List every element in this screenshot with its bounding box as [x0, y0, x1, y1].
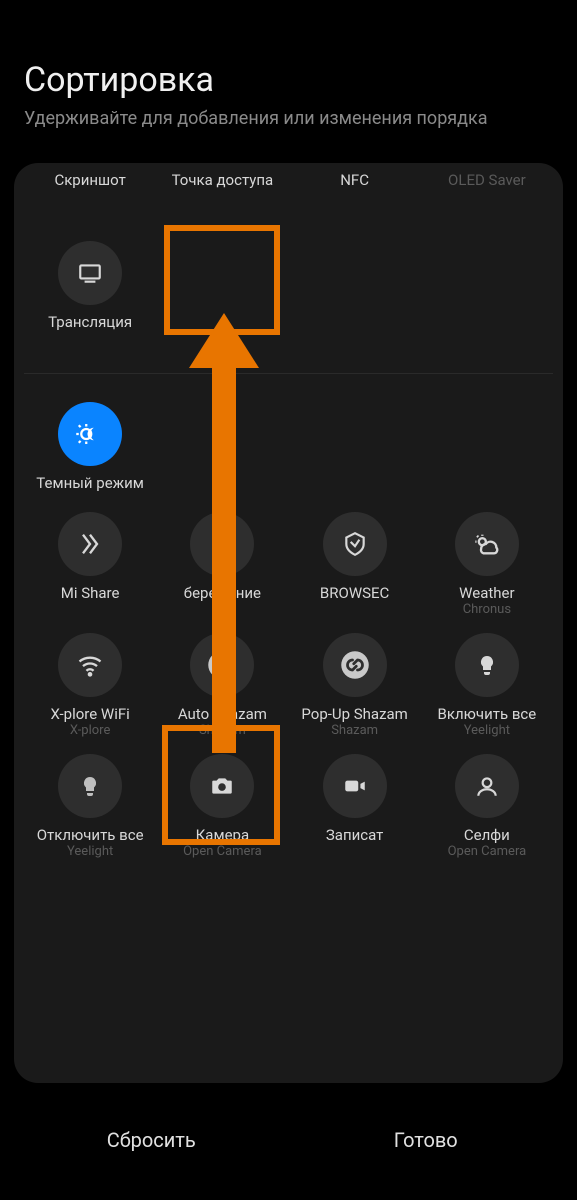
tile-label: Weather: [459, 584, 514, 602]
tile-label: BROWSEC: [320, 584, 389, 602]
tile-sublabel: Shazam: [199, 723, 246, 738]
tiles-panel: Скриншот Точка доступа NFC OLED Saver Тр…: [14, 163, 563, 1083]
tile-label: Скриншот: [54, 171, 125, 189]
tile-camera[interactable]: Камера Open Camera: [156, 746, 288, 867]
tile-xplore-wifi[interactable]: X-plore WiFi X-plore: [24, 625, 156, 746]
tile-label: Трансляция: [48, 313, 132, 331]
tile-browsec[interactable]: BROWSEC: [289, 504, 421, 625]
mi-share-icon: [58, 512, 122, 576]
selfie-icon: [455, 754, 519, 818]
tile-label: Auto Shazam: [178, 705, 267, 723]
camera-icon: [190, 754, 254, 818]
active-tiles-section: Скриншот Точка доступа NFC OLED Saver Тр…: [24, 163, 553, 374]
tile-label: Отключить все: [37, 826, 144, 844]
reset-button[interactable]: Сбросить: [14, 1110, 289, 1170]
tile-selfie[interactable]: Селфи Open Camera: [421, 746, 553, 867]
lightning-icon: [190, 512, 254, 576]
cast-icon: [58, 241, 122, 305]
tile-label: Темный режим: [36, 474, 144, 492]
tile-label: Селфи: [464, 826, 510, 844]
tile-yeelight-on[interactable]: Включить все Yeelight: [421, 625, 553, 746]
shazam-icon: [323, 633, 387, 697]
tile-sublabel: Open Camera: [448, 844, 527, 859]
tile-weather[interactable]: Weather Chronus: [421, 504, 553, 625]
active-tiles-row-2: Трансляция: [24, 233, 553, 343]
tile-label: OLED Saver: [448, 171, 526, 189]
tile-hotspot[interactable]: Точка доступа: [156, 163, 288, 233]
tile-power-save[interactable]: бережение: [156, 504, 288, 625]
available-row-4: Отключить все Yeelight Камера Open Camer…: [24, 746, 553, 867]
tile-label: Включить все: [438, 705, 537, 723]
page-subtitle: Удерживайте для добавления или изменения…: [24, 108, 553, 129]
done-button[interactable]: Готово: [289, 1110, 564, 1170]
tile-label: Точка доступа: [172, 171, 274, 189]
tile-mi-share[interactable]: Mi Share: [24, 504, 156, 625]
tile-video[interactable]: Записат: [289, 746, 421, 867]
shield-icon: [323, 512, 387, 576]
tile-label: бережение: [184, 584, 261, 602]
tile-sublabel: Shazam: [331, 723, 378, 738]
tile-label: Pop-Up Shazam: [301, 705, 407, 723]
tile-sublabel: Open Camera: [183, 844, 262, 859]
weather-icon: [455, 512, 519, 576]
available-row-2: Mi Share бережение BROWSEC Weather Chro: [24, 504, 553, 625]
video-icon: [323, 754, 387, 818]
tile-label: Записат: [326, 826, 384, 844]
bulb-off-icon: [58, 754, 122, 818]
active-tiles-row-1: Скриншот Точка доступа NFC OLED Saver: [24, 163, 553, 233]
tile-label: Mi Share: [61, 584, 120, 602]
available-row-3: X-plore WiFi X-plore Auto Shazam Shazam …: [24, 625, 553, 746]
wifi-icon: [58, 633, 122, 697]
tile-label: NFC: [340, 171, 369, 189]
tile-sublabel: X-plore: [70, 723, 111, 738]
tile-nfc[interactable]: NFC: [289, 163, 421, 233]
available-row-1: Темный режим: [24, 394, 553, 504]
tile-dark-mode[interactable]: Темный режим: [24, 394, 156, 504]
tile-sublabel: Yeelight: [464, 723, 510, 738]
empty-slot[interactable]: [156, 233, 288, 343]
header: Сортировка Удерживайте для добавления ил…: [0, 0, 577, 149]
footer-bar: Сбросить Готово: [14, 1110, 563, 1170]
tile-sublabel: Yeelight: [67, 844, 113, 859]
tile-popup-shazam[interactable]: Pop-Up Shazam Shazam: [289, 625, 421, 746]
tile-label: X-plore WiFi: [50, 705, 129, 723]
tile-cast[interactable]: Трансляция: [24, 233, 156, 343]
tile-screenshot[interactable]: Скриншот: [24, 163, 156, 233]
tile-auto-shazam[interactable]: Auto Shazam Shazam: [156, 625, 288, 746]
shazam-icon: [190, 633, 254, 697]
tile-oled-saver[interactable]: OLED Saver: [421, 163, 553, 233]
page-title: Сортировка: [24, 60, 553, 100]
dark-mode-icon: [58, 402, 122, 466]
tile-label: Камера: [196, 826, 249, 844]
tile-yeelight-off[interactable]: Отключить все Yeelight: [24, 746, 156, 867]
tile-sublabel: Chronus: [463, 602, 511, 617]
bulb-icon: [455, 633, 519, 697]
available-tiles-section: Темный режим Mi Share бережение: [24, 374, 553, 867]
